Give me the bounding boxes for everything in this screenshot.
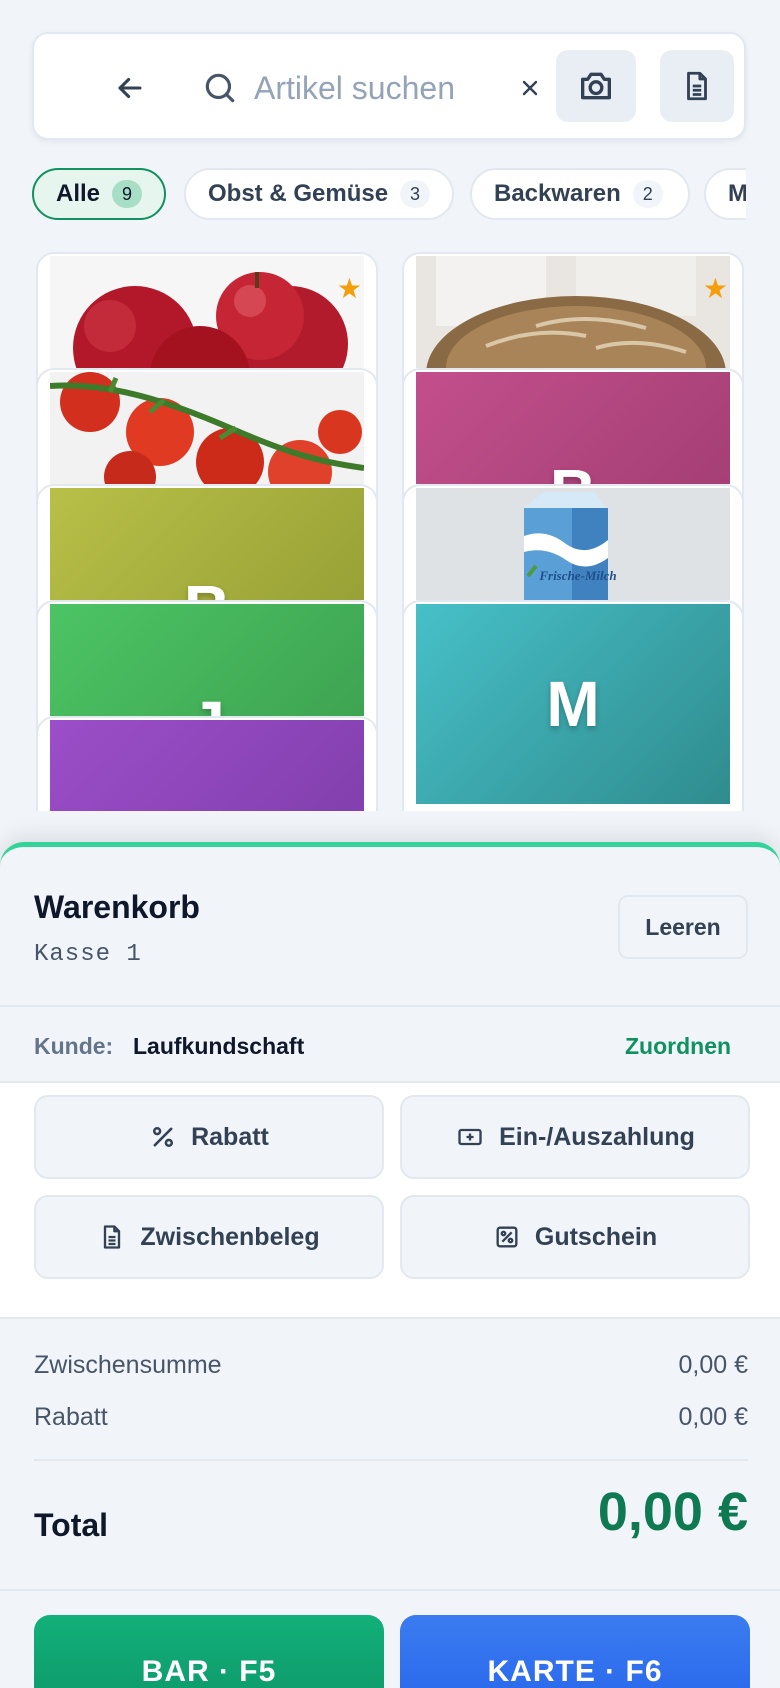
discount-row: Rabatt 0,00 € — [34, 1403, 748, 1432]
product-letter: B — [416, 372, 730, 484]
apples-image — [50, 256, 364, 368]
milk-brand-text: Frische-Milch — [538, 568, 616, 583]
chip-label: Obst & Gemüse — [208, 180, 389, 207]
product-letter: A — [50, 720, 364, 811]
cart-title: Warenkorb — [34, 889, 200, 925]
cash-inout-label: Ein-/Auszahlung — [499, 1122, 695, 1151]
voucher-button[interactable]: Gutschein — [400, 1195, 750, 1279]
product-color-swatch: B — [416, 372, 730, 484]
divider — [34, 1459, 748, 1461]
discount-label: Rabatt — [191, 1122, 269, 1151]
chip-count: 2 — [632, 180, 663, 208]
divider — [0, 1317, 780, 1319]
clear-cart-button[interactable]: Leeren — [618, 895, 748, 959]
customer-name: Laufkundschaft — [133, 1033, 305, 1059]
chip-label: Alle — [56, 180, 101, 207]
milk-image: Frische-Milch — [416, 488, 730, 600]
product-color-swatch: M — [416, 604, 730, 804]
document-button[interactable] — [660, 50, 734, 122]
back-arrow-icon[interactable] — [106, 64, 154, 112]
product-letter: B — [50, 488, 364, 600]
discount-row-label: Rabatt — [34, 1403, 108, 1431]
product-letter: M — [416, 604, 730, 804]
divider — [0, 1589, 780, 1591]
chip-more[interactable]: M — [704, 168, 746, 220]
document-icon — [687, 71, 707, 101]
chip-label: M — [728, 180, 746, 207]
product-color-swatch: B — [50, 488, 364, 600]
camera-button[interactable] — [556, 50, 636, 122]
divider — [0, 1005, 780, 1007]
interim-receipt-button[interactable]: Zwischenbeleg — [34, 1195, 384, 1279]
discount-button[interactable]: Rabatt — [34, 1095, 384, 1179]
assign-customer-link[interactable]: Zuordnen — [625, 1033, 731, 1060]
chip-alle[interactable]: Alle 9 — [32, 168, 166, 220]
subtotal-label: Zwischensumme — [34, 1351, 222, 1379]
product-tile-m[interactable]: M — [402, 600, 744, 811]
register-label: Kasse 1 — [34, 941, 142, 968]
subtotal-row: Zwischensumme 0,00 € — [34, 1351, 748, 1380]
cash-inout-button[interactable]: Ein-/Auszahlung — [400, 1095, 750, 1179]
total-label: Total — [34, 1507, 109, 1543]
product-letter: J — [50, 604, 364, 716]
tomatoes-image — [50, 372, 364, 484]
chip-label: Backwaren — [494, 180, 621, 207]
discount-row-value: 0,00 € — [678, 1403, 748, 1431]
product-tile-a[interactable]: A — [36, 716, 378, 811]
voucher-icon — [496, 1226, 518, 1248]
cart-actions: Rabatt Ein-/Auszahlung Zwischenbeleg Gut… — [0, 1083, 780, 1317]
interim-receipt-label: Zwischenbeleg — [140, 1222, 320, 1251]
customer-label: Kunde: — [34, 1033, 114, 1059]
pay-card-button[interactable]: KARTE · F6 — [400, 1615, 750, 1688]
chip-count: 3 — [400, 180, 431, 208]
cart-panel: Warenkorb Kasse 1 Leeren Kunde: Laufkund… — [0, 842, 780, 1688]
pay-cash-button[interactable]: BAR · F5 — [34, 1615, 384, 1688]
clear-icon[interactable] — [506, 64, 554, 112]
category-chips: Alle 9 Obst & Gemüse 3 Backwaren 2 M — [32, 168, 746, 222]
bread-image — [416, 256, 730, 368]
search-bar — [32, 32, 746, 140]
favorite-star-icon[interactable]: ★ — [703, 272, 728, 305]
subtotal-value: 0,00 € — [678, 1351, 748, 1379]
chip-count: 9 — [112, 180, 143, 208]
chip-backwaren[interactable]: Backwaren 2 — [470, 168, 690, 220]
product-color-swatch: A — [50, 720, 364, 811]
voucher-label: Gutschein — [534, 1222, 658, 1251]
camera-icon — [581, 72, 611, 100]
percent-icon — [153, 1126, 174, 1148]
search-input[interactable] — [222, 60, 457, 116]
product-color-swatch: J — [50, 604, 364, 716]
chip-obst-gemuese[interactable]: Obst & Gemüse 3 — [184, 168, 454, 220]
receipt-icon — [104, 1225, 121, 1249]
product-grid: ★ B J A — [0, 250, 780, 811]
total-value: 0,00 € — [597, 1482, 748, 1542]
favorite-star-icon[interactable]: ★ — [337, 272, 362, 305]
cash-plus-icon — [458, 1128, 482, 1146]
